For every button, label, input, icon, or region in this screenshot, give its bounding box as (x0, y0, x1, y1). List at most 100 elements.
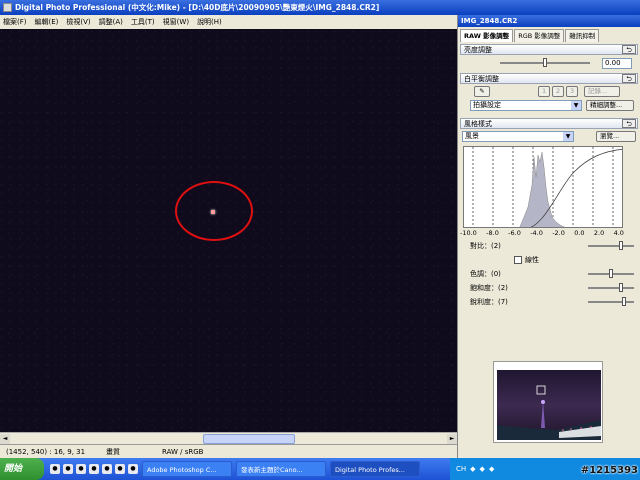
tone-slider[interactable] (588, 269, 634, 278)
wb-reset-icon[interactable]: ⮌ (622, 74, 636, 83)
brightness-value[interactable]: 0.00 (602, 57, 632, 69)
menu-window[interactable]: 視窗(W) (163, 17, 189, 27)
tab-noise[interactable]: 雜訊抑制 (565, 29, 600, 42)
scroll-thumb[interactable] (203, 434, 295, 444)
window-titlebar: Digital Photo Professional (中文化:Mike) - … (0, 0, 640, 15)
style-browse-button[interactable]: 瀏覽... (596, 130, 636, 142)
quick-launch-icon[interactable]: ● (102, 464, 112, 474)
thumbnail-graphic (497, 385, 601, 440)
wb-row-2: 拍攝設定 ▼ 精細調整... (458, 98, 640, 112)
tick-label: -6.0 (508, 229, 521, 237)
style-value: 風景 (465, 131, 479, 140)
saturation-knob[interactable] (619, 283, 623, 292)
linear-row: 線性 (458, 253, 640, 267)
style-header: 風格樣式 ⮌ (460, 118, 638, 129)
scroll-right-icon[interactable]: ► (447, 434, 457, 444)
tick-label: 2.0 (593, 229, 605, 237)
tick-label: -4.0 (530, 229, 543, 237)
wb-preset-1[interactable]: 1 (538, 85, 550, 97)
brightness-slider[interactable] (500, 58, 590, 67)
wb-header: 白平衡調整 ⮌ (460, 73, 638, 84)
quick-launch-icon[interactable]: ● (50, 464, 60, 474)
chevron-down-icon[interactable]: ▼ (563, 131, 573, 141)
style-select[interactable]: 風景 ▼ (462, 130, 574, 142)
menu-view[interactable]: 檢視(V) (66, 17, 90, 27)
tray-icon[interactable]: ◆ (470, 465, 475, 473)
menu-adjust[interactable]: 調整(A) (99, 17, 123, 27)
navigator-thumbnail (497, 370, 601, 440)
tone-curve-histogram[interactable] (463, 146, 623, 228)
menu-bar: 檔案(F) 編輯(E) 檢視(V) 調整(A) 工具(T) 視窗(W) 說明(H… (0, 15, 457, 29)
menu-edit[interactable]: 編輯(E) (35, 17, 59, 27)
wb-mode-select[interactable]: 拍攝設定 ▼ (470, 99, 582, 111)
horizontal-scrollbar[interactable]: ◄ ► (0, 432, 457, 444)
status-coords: (1452, 540) : 16, 9, 31 (6, 447, 86, 456)
watermark: #1215393 (580, 465, 638, 476)
window-title: Digital Photo Professional (中文化:Mike) - … (15, 3, 380, 12)
eyedropper-icon[interactable]: ✎ (474, 85, 490, 97)
chevron-down-icon[interactable]: ▼ (571, 100, 581, 110)
wb-row-1: ✎ 1 2 3 記錄... (458, 84, 640, 98)
quick-launch-icon[interactable]: ● (76, 464, 86, 474)
task-photoshop[interactable]: Adobe Photoshop C... (142, 461, 232, 477)
sharpness-label: 銳利度：(7) (470, 298, 508, 306)
status-quality: 畫質 (106, 447, 120, 456)
brightness-knob[interactable] (543, 58, 547, 67)
brightness-header: 亮度調整 ⮌ (460, 44, 638, 55)
contrast-row: 對比：(2) (458, 239, 640, 253)
palette-title: IMG_2848.CR2 (458, 15, 640, 27)
style-reset-icon[interactable]: ⮌ (622, 119, 636, 128)
wb-register-button[interactable]: 記錄... (584, 85, 620, 97)
tick-label: 0.0 (574, 229, 585, 237)
menu-help[interactable]: 說明(H) (197, 17, 222, 27)
tick-label: -2.0 (552, 229, 565, 237)
wb-preset-3[interactable]: 3 (566, 85, 578, 97)
tick-label: -8.0 (486, 229, 499, 237)
quick-launch-icon[interactable]: ● (89, 464, 99, 474)
wb-preset-2[interactable]: 2 (552, 85, 564, 97)
contrast-knob[interactable] (619, 241, 623, 250)
sharpness-row: 銳利度：(7) (458, 295, 640, 309)
histogram-graphic (472, 147, 622, 227)
start-button[interactable]: 開始 (0, 458, 44, 480)
task-dpp[interactable]: Digital Photo Profes... (330, 461, 420, 477)
tab-rgb[interactable]: RGB 影像調整 (514, 29, 565, 42)
histogram-ticks: -10.0 -8.0 -6.0 -4.0 -2.0 0.0 2.0 4.0 (460, 228, 624, 237)
quick-launch-icon[interactable]: ● (63, 464, 73, 474)
tone-knob[interactable] (609, 269, 613, 278)
wb-title: 白平衡調整 (464, 74, 499, 83)
contrast-label: 對比：(2) (470, 242, 501, 250)
menu-tools[interactable]: 工具(T) (131, 17, 155, 27)
contrast-slider[interactable] (588, 241, 634, 250)
brightness-reset-icon[interactable]: ⮌ (622, 45, 636, 54)
status-bar: (1452, 540) : 16, 9, 31 畫質 RAW / sRGB (0, 444, 457, 458)
saturation-label: 飽和度：(2) (470, 284, 508, 292)
tray-icon[interactable]: ◆ (480, 465, 485, 473)
navigator-preview[interactable] (493, 361, 603, 443)
app-icon (3, 3, 12, 12)
wb-mode-value: 拍攝設定 (473, 100, 501, 109)
quick-launch-icon[interactable]: ● (115, 464, 125, 474)
tone-label: 色調：(0) (470, 270, 501, 278)
image-canvas[interactable] (0, 29, 457, 432)
tick-label: 4.0 (613, 229, 624, 237)
saturation-row: 飽和度：(2) (458, 281, 640, 295)
task-forum[interactable]: 發表新主題於Cano... (236, 461, 326, 477)
palette-tabs: RAW 影像調整 RGB 影像調整 雜訊抑制 (458, 29, 640, 42)
saturation-slider[interactable] (588, 283, 634, 292)
scroll-left-icon[interactable]: ◄ (0, 434, 10, 444)
wb-fine-tune-button[interactable]: 精細調整... (586, 99, 634, 111)
linear-checkbox[interactable] (514, 256, 522, 264)
sharpness-slider[interactable] (588, 297, 634, 306)
brightness-row: 0.00 (458, 55, 640, 71)
brightness-title: 亮度調整 (464, 45, 492, 54)
tray-icon[interactable]: ◆ (489, 465, 494, 473)
linear-label: 線性 (525, 256, 539, 264)
menu-file[interactable]: 檔案(F) (3, 17, 27, 27)
tick-label: -10.0 (460, 229, 477, 237)
tone-row: 色調：(0) (458, 267, 640, 281)
quick-launch-icon[interactable]: ● (128, 464, 138, 474)
sharpness-knob[interactable] (622, 297, 626, 306)
tab-raw[interactable]: RAW 影像調整 (460, 29, 514, 42)
language-indicator[interactable]: CH (456, 465, 466, 473)
